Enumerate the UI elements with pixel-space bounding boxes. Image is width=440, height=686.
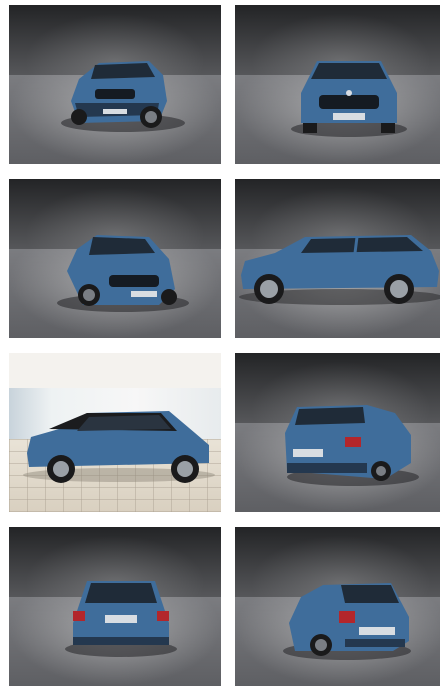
car-side-image: [239, 235, 440, 305]
car-front-three-quarter-image: [61, 61, 185, 132]
car-photo-thumbnail[interactable]: [235, 527, 440, 686]
car-photo-thumbnail[interactable]: [9, 5, 221, 164]
car-front-three-quarter-image: [57, 235, 189, 312]
car-photo-thumbnail[interactable]: [235, 179, 440, 338]
car-photo-thumbnail[interactable]: [9, 527, 221, 686]
car-photo-thumbnail[interactable]: [235, 353, 440, 512]
car-photo-thumbnail[interactable]: [9, 353, 221, 512]
car-rear-three-quarter-image: [283, 583, 411, 660]
car-rear-three-quarter-image: [285, 405, 419, 486]
photo-gallery-grid: [0, 0, 440, 686]
car-front-image: [291, 61, 407, 137]
car-photo-thumbnail[interactable]: [9, 179, 221, 338]
car-side-showroom-image: [23, 411, 215, 483]
car-rear-image: [65, 581, 177, 657]
car-photo-thumbnail[interactable]: [235, 5, 440, 164]
